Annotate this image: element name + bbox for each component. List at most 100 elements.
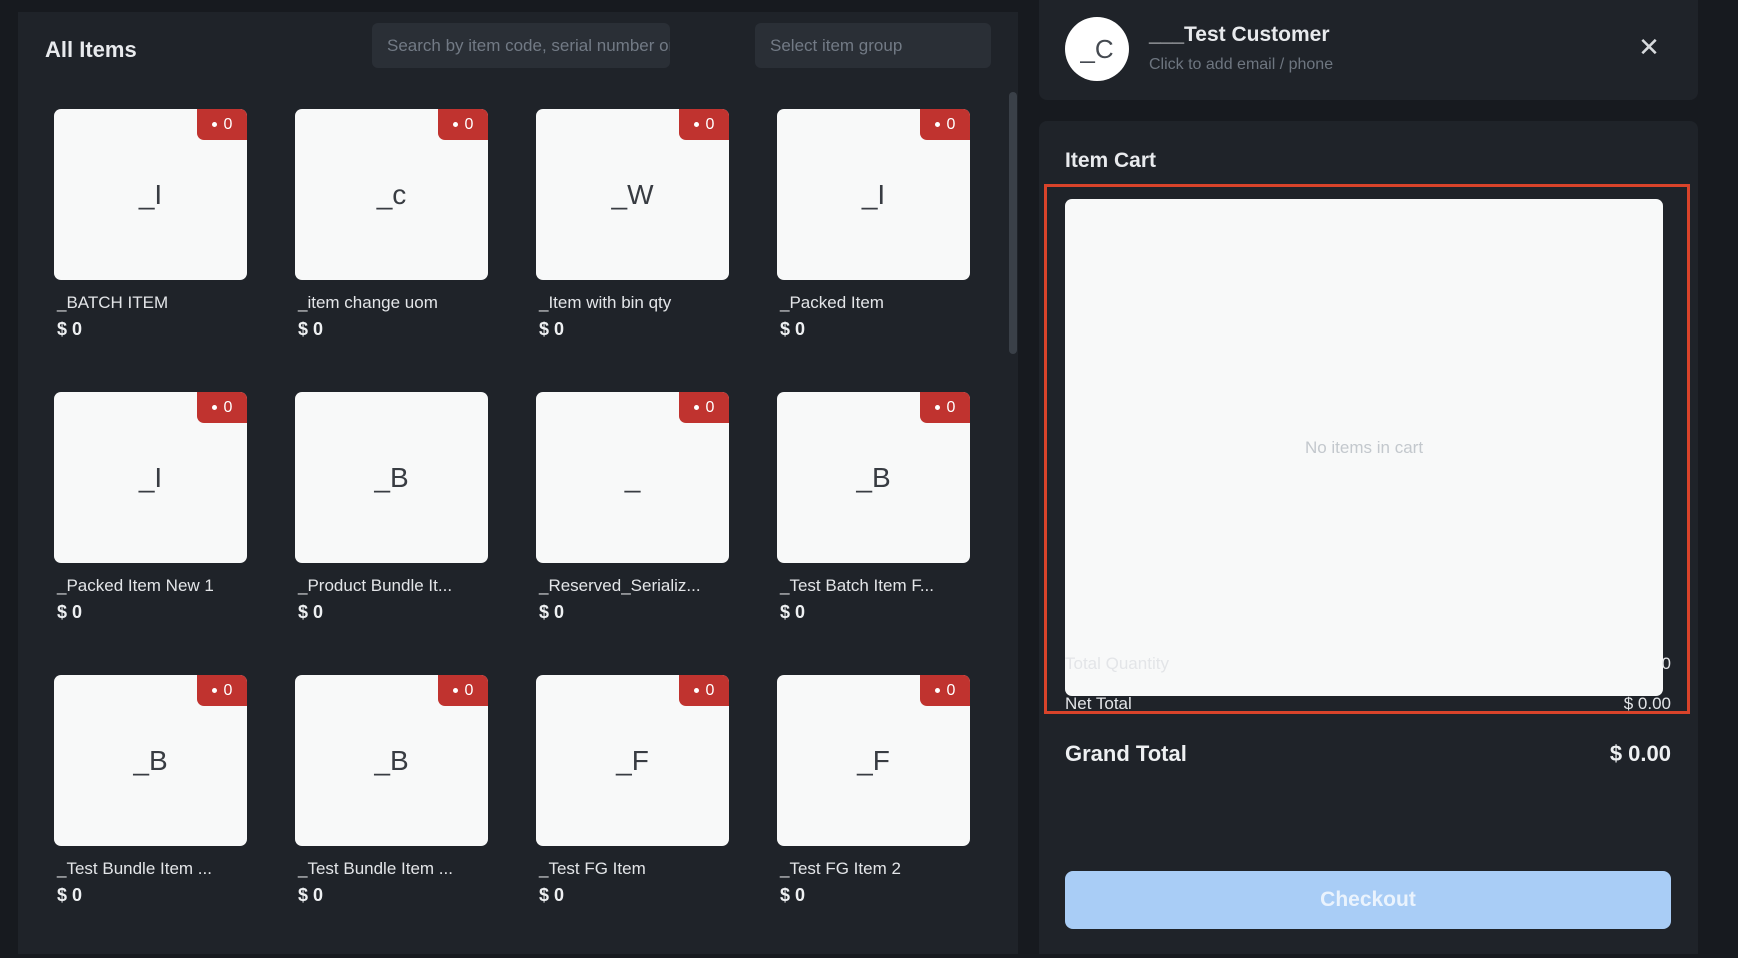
item-thumbnail[interactable]: _c 0 — [295, 109, 488, 280]
item-card[interactable]: _F 0 _Test FG Item 2 $ 0 — [777, 675, 970, 958]
stock-dot-icon — [452, 122, 458, 127]
item-initials: _c — [376, 178, 407, 210]
grand-total-row: Grand Total $ 0.00 — [1065, 741, 1671, 767]
item-price: $ 0 — [780, 319, 806, 339]
item-name: _BATCH ITEM — [57, 293, 169, 312]
item-thumbnail[interactable]: _F 0 — [536, 675, 729, 846]
stock-qty: 0 — [946, 398, 956, 416]
stock-qty: 0 — [464, 115, 474, 133]
stock-qty-badge: 0 — [197, 392, 247, 423]
stock-qty-badge: 0 — [920, 109, 970, 140]
stock-dot-icon — [693, 688, 699, 693]
item-price: $ 0 — [298, 885, 324, 905]
item-initials: _F — [616, 744, 649, 776]
stock-qty: 0 — [705, 115, 715, 133]
item-price: $ 0 — [57, 885, 83, 905]
stock-qty-badge: 0 — [438, 675, 488, 706]
item-price: $ 0 — [57, 319, 83, 339]
item-price: $ 0 — [780, 602, 806, 622]
stock-dot-icon — [211, 688, 217, 693]
item-thumbnail[interactable]: _B 0 — [295, 675, 488, 846]
stock-qty: 0 — [946, 115, 956, 133]
item-card[interactable]: _F 0 _Test FG Item $ 0 — [536, 675, 729, 958]
item-card[interactable]: _B 0 _Test Batch Item F... $ 0 — [777, 392, 970, 675]
net-total-value: $ 0.00 — [1623, 694, 1671, 713]
item-initials: _I — [138, 461, 163, 493]
item-name: _Product Bundle It... — [298, 576, 453, 595]
stock-qty-badge: 0 — [679, 109, 729, 140]
item-initials: _B — [374, 744, 409, 776]
avatar: _C — [1065, 17, 1129, 81]
net-total-label: Net Total — [1065, 694, 1132, 713]
stock-dot-icon — [452, 688, 458, 693]
item-thumbnail[interactable]: _W 0 — [536, 109, 729, 280]
item-group-select[interactable]: Select item group — [755, 23, 991, 68]
grand-total-label: Grand Total — [1065, 741, 1187, 766]
item-name: _Test FG Item 2 — [780, 859, 901, 878]
item-card[interactable]: _I 0 _BATCH ITEM $ 0 — [54, 109, 247, 392]
empty-cart-message: No items in cart — [1304, 437, 1424, 457]
page-title: All Items — [45, 37, 137, 62]
item-initials: _ — [624, 461, 641, 493]
items-panel: All Items Search by item code, serial nu… — [18, 12, 1018, 954]
close-icon[interactable]: ✕ — [1636, 34, 1662, 60]
item-card[interactable]: _I 0 _Packed Item $ 0 — [777, 109, 970, 392]
item-card[interactable]: _B 0 _Test Bundle Item ... $ 0 — [54, 675, 247, 958]
item-card[interactable]: _c 0 _item change uom $ 0 — [295, 109, 488, 392]
stock-qty-badge: 0 — [438, 109, 488, 140]
item-name: _item change uom — [298, 293, 438, 312]
stock-qty-badge: 0 — [197, 675, 247, 706]
total-quantity-label: Total Quantity — [1065, 654, 1169, 673]
item-price: $ 0 — [539, 885, 565, 905]
item-card[interactable]: _ 0 _Reserved_Serializ... $ 0 — [536, 392, 729, 675]
item-initials: _I — [861, 178, 886, 210]
item-card[interactable]: _I 0 _Packed Item New 1 $ 0 — [54, 392, 247, 675]
search-input[interactable]: Search by item code, serial number or ba… — [372, 23, 670, 68]
item-name: _Packed Item — [780, 293, 884, 312]
item-name: _Test Bundle Item ... — [298, 859, 453, 878]
stock-dot-icon — [934, 688, 940, 693]
item-thumbnail[interactable]: _B 0 — [777, 392, 970, 563]
item-name: _Packed Item New 1 — [57, 576, 214, 595]
item-price: $ 0 — [298, 602, 324, 622]
item-thumbnail[interactable]: _I 0 — [54, 109, 247, 280]
customer-card[interactable]: _C ___Test Customer Click to add email /… — [1039, 0, 1698, 100]
stock-qty-badge: 0 — [920, 675, 970, 706]
net-total-row: Net Total $ 0.00 — [1065, 694, 1671, 714]
checkout-button[interactable]: Checkout — [1065, 871, 1671, 929]
item-name: _Test FG Item — [539, 859, 646, 878]
item-initials: _F — [857, 744, 890, 776]
grand-total-value: $ 0.00 — [1609, 741, 1671, 766]
stock-qty: 0 — [705, 398, 715, 416]
stock-dot-icon — [211, 405, 217, 410]
scrollbar-thumb[interactable] — [1009, 92, 1017, 354]
stock-qty: 0 — [223, 398, 233, 416]
item-thumbnail[interactable]: _B 0 — [54, 675, 247, 846]
stock-qty-badge: 0 — [679, 392, 729, 423]
item-name: _Test Batch Item F... — [780, 576, 935, 595]
items-grid: _I 0 _BATCH ITEM $ 0 _c 0 _item change uom $ 0 _… — [54, 109, 970, 958]
stock-qty: 0 — [223, 115, 233, 133]
item-thumbnail[interactable]: _I 0 — [54, 392, 247, 563]
total-quantity-row: Total Quantity 0 — [1065, 654, 1671, 674]
cart-panel: Item Cart No items in cart Total Quantit… — [1039, 121, 1698, 954]
customer-name: ___Test Customer — [1149, 23, 1330, 46]
item-thumbnail[interactable]: _ 0 — [536, 392, 729, 563]
item-price: $ 0 — [780, 885, 806, 905]
item-thumbnail[interactable]: _F 0 — [777, 675, 970, 846]
item-card[interactable]: _B _Product Bundle It... $ 0 — [295, 392, 488, 675]
item-name: _Item with bin qty — [539, 293, 672, 312]
item-initials: _B — [133, 744, 168, 776]
item-card[interactable]: _W 0 _Item with bin qty $ 0 — [536, 109, 729, 392]
cart-items-area: No items in cart — [1065, 199, 1663, 696]
item-price: $ 0 — [539, 319, 565, 339]
stock-dot-icon — [693, 405, 699, 410]
stock-qty: 0 — [223, 681, 233, 699]
item-card[interactable]: _B 0 _Test Bundle Item ... $ 0 — [295, 675, 488, 958]
item-thumbnail[interactable]: _B — [295, 392, 488, 563]
stock-qty: 0 — [946, 681, 956, 699]
stock-qty: 0 — [705, 681, 715, 699]
customer-contact-hint[interactable]: Click to add email / phone — [1149, 56, 1333, 74]
item-thumbnail[interactable]: _I 0 — [777, 109, 970, 280]
item-initials: _W — [611, 178, 654, 210]
